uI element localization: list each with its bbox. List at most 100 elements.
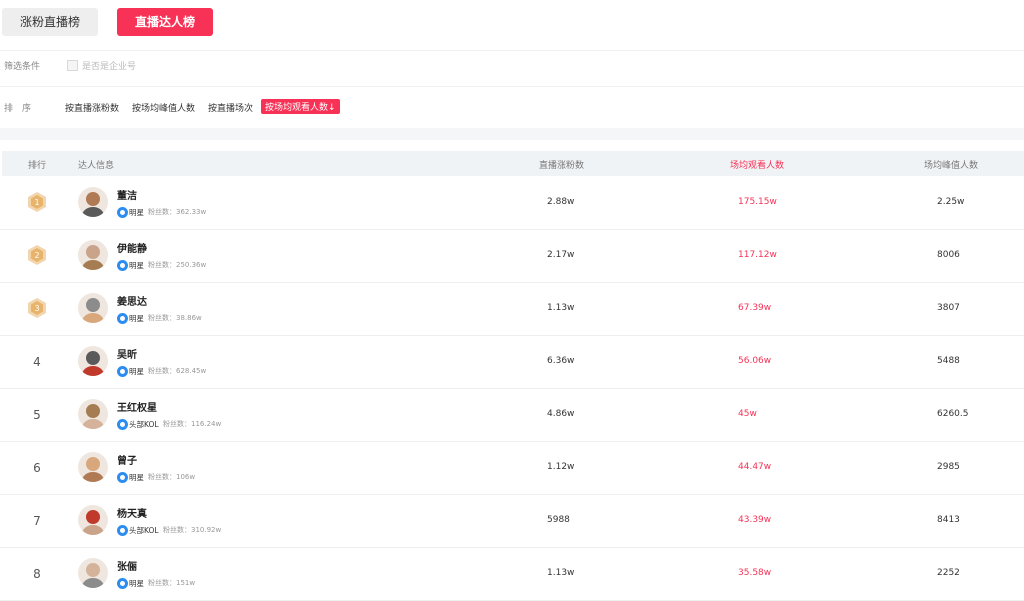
- avg-viewers-value: 117.12w: [738, 250, 777, 260]
- verified-tag-icon: [117, 472, 128, 483]
- fans-count: 粉丝数：250.36w: [148, 260, 206, 270]
- table-row[interactable]: 6 曾子明星 粉丝数：106w 1.12w 44.47w 2985: [0, 442, 1024, 495]
- sort-bar: 排序 按直播涨粉数 按场均峰值人数 按直播场次 按场均观看人数↓: [0, 86, 1024, 127]
- avg-peak-value: 2.25w: [937, 197, 965, 207]
- avg-viewers-value: 35.58w: [738, 568, 772, 578]
- header-rank: 排行: [28, 161, 47, 171]
- live-fans-value: 2.88w: [547, 197, 575, 207]
- avg-viewers-value: 44.47w: [738, 462, 772, 472]
- ranking-table-body: 1 董洁 明星 粉丝数：362.33w 2.88w 175.15w 2.25w 2 伊能静 明星粉…: [0, 177, 1024, 601]
- fans-prefix: 粉丝数：: [148, 367, 176, 375]
- creator-name[interactable]: 姜思达: [117, 293, 147, 308]
- live-fans-value: 4.86w: [547, 409, 575, 419]
- table-row[interactable]: 3 姜思达 明星 粉丝数：38.86w 1.13w 67.39w 3807: [0, 283, 1024, 336]
- fans-prefix: 粉丝数：: [148, 261, 176, 269]
- avatar[interactable]: [78, 187, 108, 217]
- avg-peak-value: 8006: [937, 250, 960, 260]
- table-row[interactable]: 4 吴昕明星 粉丝数：628.45w 6.36w 56.06w 5488: [0, 336, 1024, 389]
- fans-count: 粉丝数：106w: [148, 472, 195, 482]
- fans-value: 362.33w: [176, 208, 207, 216]
- creator-name[interactable]: 伊能静: [117, 240, 147, 255]
- creator-tag: 明星: [129, 473, 144, 482]
- creator-name[interactable]: 杨天真: [117, 505, 147, 520]
- live-fans-value: 1.12w: [547, 462, 575, 472]
- creator-tag: 明星: [129, 261, 144, 270]
- creator-tag: 头部KOL: [129, 526, 159, 535]
- fans-value: 628.45w: [176, 367, 207, 375]
- table-row[interactable]: 8 张俪 明星 粉丝数：151w 1.13w 35.58w 2252: [0, 548, 1024, 601]
- header-creator-info: 达人信息: [78, 161, 115, 171]
- creator-name[interactable]: 张俪: [117, 558, 137, 573]
- rank-medal-icon: 3: [28, 298, 46, 318]
- avg-peak-value: 6260.5: [937, 409, 969, 419]
- sort-by-live-fans[interactable]: 按直播涨粉数: [65, 101, 119, 114]
- ranking-tabs: 涨粉直播榜 直播达人榜: [0, 0, 1024, 50]
- avatar[interactable]: [78, 293, 108, 323]
- fans-count: 粉丝数：628.45w: [148, 366, 206, 376]
- live-fans-value: 6.36w: [547, 356, 575, 366]
- fans-value: 310.92w: [191, 526, 222, 534]
- rank-number: 1: [34, 198, 39, 207]
- fans-prefix: 粉丝数：: [163, 526, 191, 534]
- enterprise-checkbox-label[interactable]: 是否是企业号: [82, 59, 136, 72]
- tab-fans-growth-live[interactable]: 涨粉直播榜: [2, 8, 98, 36]
- avg-peak-value: 3807: [937, 303, 960, 313]
- tab-live-creators[interactable]: 直播达人榜: [117, 8, 213, 36]
- avatar[interactable]: [78, 505, 108, 535]
- fans-value: 250.36w: [176, 261, 207, 269]
- sort-by-avg-peak[interactable]: 按场均峰值人数: [132, 101, 195, 114]
- fans-prefix: 粉丝数：: [163, 420, 191, 428]
- fans-value: 38.86w: [176, 314, 202, 322]
- creator-name[interactable]: 曾子: [117, 452, 137, 467]
- creator-name[interactable]: 吴昕: [117, 346, 137, 361]
- rank-number: 7: [33, 514, 41, 528]
- header-avg-peak[interactable]: 场均峰值人数: [924, 158, 978, 171]
- fans-prefix: 粉丝数：: [148, 579, 176, 587]
- avg-peak-value: 2985: [937, 462, 960, 472]
- avg-peak-value: 2252: [937, 568, 960, 578]
- avg-peak-value: 8413: [937, 515, 960, 525]
- avatar[interactable]: [78, 558, 108, 588]
- table-row[interactable]: 5 王红权星 头部KOL 粉丝数：116.24w 4.86w 45w 6260.5: [0, 389, 1024, 442]
- avatar[interactable]: [78, 346, 108, 376]
- creator-tag: 明星: [129, 314, 144, 323]
- fans-value: 106w: [176, 473, 196, 481]
- table-row[interactable]: 1 董洁 明星 粉丝数：362.33w 2.88w 175.15w 2.25w: [0, 177, 1024, 230]
- verified-tag-icon: [117, 313, 128, 324]
- avatar[interactable]: [78, 399, 108, 429]
- live-fans-value: 1.13w: [547, 303, 575, 313]
- enterprise-checkbox[interactable]: [67, 60, 78, 71]
- avg-viewers-value: 175.15w: [738, 197, 777, 207]
- fans-count: 粉丝数：116.24w: [163, 419, 221, 429]
- avg-viewers-value: 45w: [738, 409, 757, 419]
- sort-by-avg-viewers[interactable]: 按场均观看人数↓: [261, 99, 340, 114]
- fans-count: 粉丝数：310.92w: [163, 525, 221, 535]
- rank-number: 2: [34, 251, 39, 260]
- filter-label: 筛选条件: [4, 62, 41, 72]
- header-avg-viewers[interactable]: 场均观看人数: [730, 158, 784, 171]
- fans-prefix: 粉丝数：: [148, 473, 176, 481]
- live-fans-value: 2.17w: [547, 250, 575, 260]
- verified-tag-icon: [117, 366, 128, 377]
- rank-medal-icon: 1: [28, 192, 46, 212]
- rank-number: 4: [33, 355, 41, 369]
- header-live-fans[interactable]: 直播涨粉数: [539, 158, 584, 171]
- verified-tag-icon: [117, 207, 128, 218]
- fans-value: 116.24w: [191, 420, 222, 428]
- avatar[interactable]: [78, 240, 108, 270]
- rank-number: 6: [33, 461, 41, 475]
- avg-viewers-value: 67.39w: [738, 303, 772, 313]
- table-row[interactable]: 7 杨天真 头部KOL 粉丝数：310.92w 5988 43.39w 8413: [0, 495, 1024, 548]
- creator-tag: 明星: [129, 367, 144, 376]
- sort-by-live-count[interactable]: 按直播场次: [208, 101, 253, 114]
- creator-name[interactable]: 王红权星: [117, 399, 157, 414]
- creator-name[interactable]: 董洁: [117, 187, 137, 202]
- avg-viewers-value: 56.06w: [738, 356, 772, 366]
- rank-number: 8: [33, 567, 41, 581]
- verified-tag-icon: [117, 578, 128, 589]
- creator-tag: 明星: [129, 208, 144, 217]
- avg-viewers-value: 43.39w: [738, 515, 772, 525]
- table-row[interactable]: 2 伊能静明星 粉丝数：250.36w 2.17w 117.12w 8006: [0, 230, 1024, 283]
- avg-peak-value: 5488: [937, 356, 960, 366]
- avatar[interactable]: [78, 452, 108, 482]
